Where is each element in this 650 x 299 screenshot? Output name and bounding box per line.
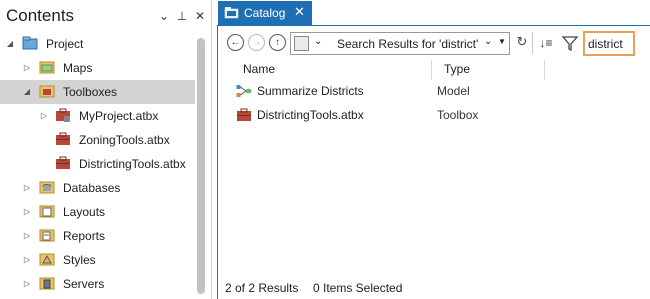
list-item[interactable]: Summarize Districts Model bbox=[218, 79, 650, 103]
tree-label-toolboxes: Toolboxes bbox=[63, 85, 118, 99]
toolbox-icon bbox=[56, 132, 70, 145]
toolbox-icon bbox=[56, 108, 70, 122]
dropdown-arrow-icon[interactable]: ▼ bbox=[498, 37, 506, 46]
collapse-arrow-icon[interactable]: ▷ bbox=[22, 248, 32, 272]
folder-icon bbox=[39, 181, 55, 194]
folder-icon bbox=[39, 61, 55, 74]
collapse-arrow-icon[interactable]: ▷ bbox=[39, 104, 49, 128]
item-name: DistrictingTools.atbx bbox=[257, 108, 364, 122]
folder-icon bbox=[39, 253, 55, 266]
tree-label-maps: Maps bbox=[63, 61, 93, 75]
model-icon bbox=[236, 85, 252, 97]
search-input[interactable] bbox=[588, 36, 632, 52]
contents-title: Contents bbox=[6, 6, 75, 25]
tree-item-districtingtools-atbx[interactable]: DistrictingTools.atbx bbox=[0, 152, 195, 176]
project-tree: ◢ Project ▷ Maps ◢ Toolboxes ▷ MyProject… bbox=[0, 32, 195, 296]
options-chevron-icon[interactable]: ⌄ bbox=[157, 8, 171, 24]
chevron-down-icon[interactable]: ⌄ bbox=[314, 36, 322, 47]
tree-item-databases[interactable]: ▷ Databases bbox=[0, 176, 195, 200]
tree-label-toolbox: DistrictingTools.atbx bbox=[79, 157, 186, 171]
contents-header: Contents ⌄ ⊥ ✕ bbox=[0, 0, 212, 32]
close-icon[interactable]: ✕ bbox=[294, 4, 305, 20]
tree-item-project[interactable]: ◢ Project bbox=[0, 32, 195, 56]
item-type: Model bbox=[437, 84, 470, 98]
column-divider[interactable] bbox=[544, 60, 545, 80]
folder-icon bbox=[39, 229, 55, 242]
folder-icon bbox=[39, 85, 55, 98]
tree-item-zoningtools-atbx[interactable]: ZoningTools.atbx bbox=[0, 128, 195, 152]
item-type: Toolbox bbox=[437, 108, 479, 122]
search-box[interactable] bbox=[583, 31, 635, 56]
location-bar[interactable]: ⌄ Search Results for 'district' ⌄ ▼ bbox=[290, 32, 510, 55]
collapse-arrow-icon[interactable]: ▷ bbox=[22, 176, 32, 200]
folder-icon bbox=[39, 205, 55, 218]
search-results-icon bbox=[294, 36, 309, 51]
contents-pane: Contents ⌄ ⊥ ✕ ◢ Project ▷ Maps ◢ Toolbo… bbox=[0, 0, 212, 299]
tree-label-layouts: Layouts bbox=[63, 205, 106, 219]
status-bar: 2 of 2 Results 0 Items Selected bbox=[218, 278, 650, 299]
location-text: Search Results for 'district' bbox=[337, 37, 479, 51]
filter-icon[interactable] bbox=[560, 32, 580, 54]
column-divider[interactable] bbox=[431, 60, 432, 80]
chevron-down-icon[interactable]: ⌄ bbox=[484, 36, 492, 47]
toolbox-icon bbox=[237, 108, 251, 121]
refresh-icon[interactable]: ↻ bbox=[514, 34, 530, 50]
tree-label-reports: Reports bbox=[63, 229, 106, 243]
tree-label-project: Project bbox=[46, 37, 84, 51]
list-item[interactable]: DistrictingTools.atbx Toolbox bbox=[218, 103, 650, 127]
collapse-arrow-icon[interactable]: ▷ bbox=[22, 272, 32, 296]
tree-label-databases: Databases bbox=[63, 181, 121, 195]
catalog-toolbar: ← → ↑ ⌄ Search Results for 'district' ⌄ … bbox=[218, 26, 650, 60]
scrollbar-thumb[interactable] bbox=[197, 38, 205, 294]
pin-icon[interactable]: ⊥ bbox=[175, 8, 189, 24]
collapse-arrow-icon[interactable]: ▷ bbox=[22, 200, 32, 224]
tree-item-styles[interactable]: ▷ Styles bbox=[0, 248, 195, 272]
tree-label-toolbox: ZoningTools.atbx bbox=[79, 133, 170, 147]
tree-label-servers: Servers bbox=[63, 277, 105, 291]
folder-icon bbox=[39, 277, 55, 290]
tree-item-toolboxes[interactable]: ◢ Toolboxes bbox=[0, 80, 195, 104]
selection-count: 0 Items Selected bbox=[313, 281, 403, 295]
tree-item-layouts[interactable]: ▷ Layouts bbox=[0, 200, 195, 224]
expand-arrow-icon[interactable]: ◢ bbox=[5, 32, 15, 56]
up-icon[interactable]: ↑ bbox=[269, 34, 286, 51]
tree-item-myproject-atbx[interactable]: ▷ MyProject.atbx bbox=[0, 104, 195, 128]
tree-item-servers[interactable]: ▷ Servers bbox=[0, 272, 195, 296]
tree-item-maps[interactable]: ▷ Maps bbox=[0, 56, 195, 80]
sort-icon[interactable]: ↓≡ bbox=[536, 32, 556, 54]
tab-catalog-label: Catalog bbox=[244, 6, 286, 20]
catalog-icon bbox=[224, 7, 239, 19]
tree-item-reports[interactable]: ▷ Reports bbox=[0, 224, 195, 248]
expand-arrow-icon[interactable]: ◢ bbox=[22, 80, 32, 104]
close-icon[interactable]: ✕ bbox=[193, 8, 207, 24]
result-count: 2 of 2 Results bbox=[225, 281, 299, 295]
back-icon[interactable]: ← bbox=[227, 34, 244, 51]
collapse-arrow-icon[interactable]: ▷ bbox=[22, 56, 32, 80]
collapse-arrow-icon[interactable]: ▷ bbox=[22, 224, 32, 248]
contents-scrollbar[interactable] bbox=[196, 38, 206, 294]
toolbar-divider bbox=[532, 32, 533, 54]
catalog-view: ← → ↑ ⌄ Search Results for 'district' ⌄ … bbox=[217, 25, 650, 299]
forward-icon[interactable]: → bbox=[248, 34, 265, 51]
item-name: Summarize Districts bbox=[257, 84, 364, 98]
project-icon bbox=[22, 36, 38, 50]
tab-catalog[interactable]: Catalog ✕ bbox=[218, 1, 312, 25]
column-header-type[interactable]: Type bbox=[444, 60, 470, 80]
toolbox-icon bbox=[56, 156, 70, 169]
tree-label-toolbox: MyProject.atbx bbox=[79, 109, 159, 123]
tree-label-styles: Styles bbox=[63, 253, 96, 267]
column-header-name[interactable]: Name bbox=[243, 60, 275, 80]
